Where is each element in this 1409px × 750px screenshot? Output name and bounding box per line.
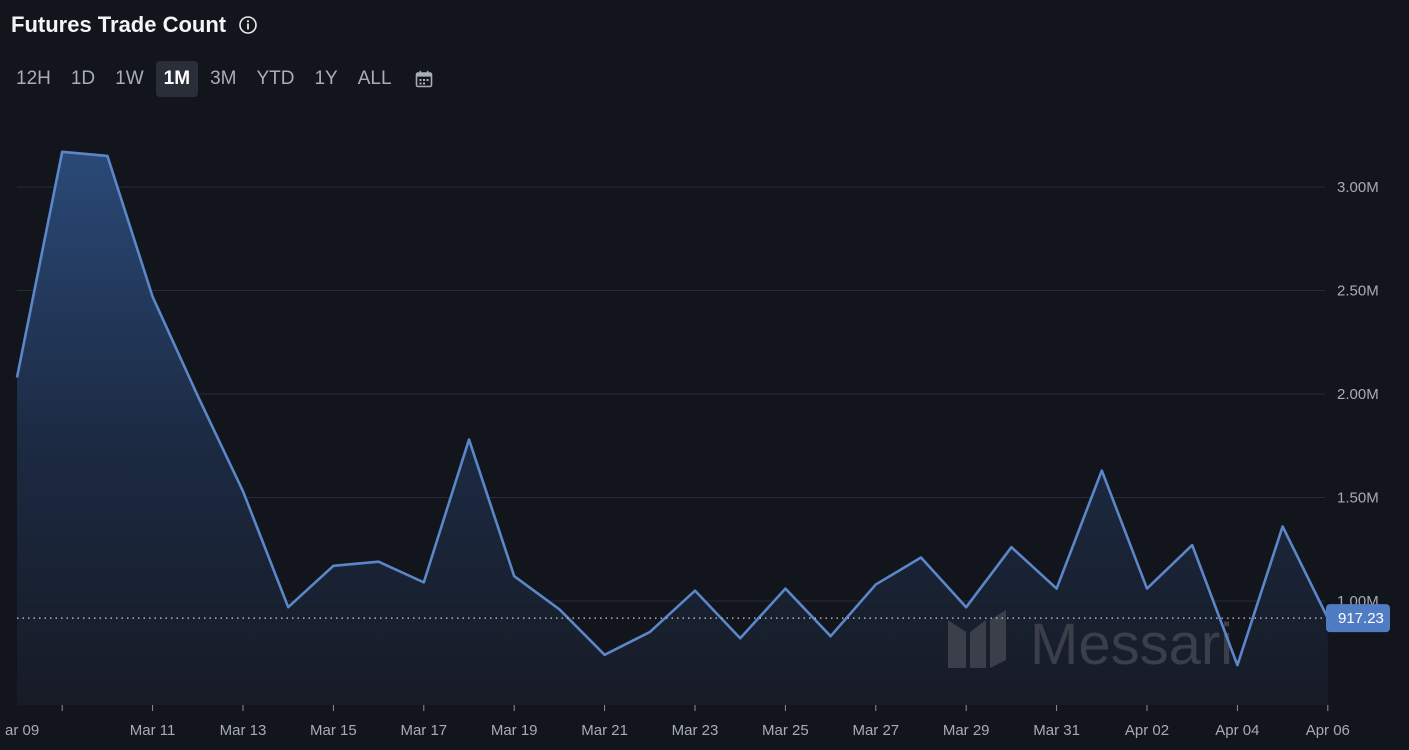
current-value-label: 917.23: [1338, 610, 1384, 627]
x-tick-label: Mar 31: [1033, 722, 1080, 739]
data-point[interactable]: [692, 588, 698, 594]
data-point[interactable]: [104, 153, 110, 159]
watermark-text: Messari: [1030, 612, 1233, 677]
y-tick-label: 1.50M: [1337, 490, 1379, 507]
x-tick-label: Mar 29: [943, 722, 990, 739]
range-1d-button[interactable]: 1D: [63, 61, 103, 97]
data-point[interactable]: [1280, 523, 1286, 529]
range-1y-button[interactable]: 1Y: [306, 61, 345, 97]
data-point[interactable]: [1008, 544, 1014, 550]
data-point[interactable]: [240, 488, 246, 494]
futures-trade-count-chart: Messari 1.00M1.50M2.00M2.50M3.00M ar 09 M…: [5, 149, 1390, 739]
data-point[interactable]: [285, 604, 291, 610]
data-point[interactable]: [511, 573, 517, 579]
data-point[interactable]: [1234, 662, 1240, 668]
range-12h-button[interactable]: 12H: [8, 61, 59, 97]
data-point[interactable]: [376, 559, 382, 565]
data-point[interactable]: [1099, 468, 1105, 474]
time-range-selector: 12H 1D 1W 1M 3M YTD 1Y ALL: [8, 61, 434, 97]
data-point[interactable]: [963, 604, 969, 610]
x-tick-label: Mar 27: [852, 722, 899, 739]
y-tick-label: 2.00M: [1337, 386, 1379, 403]
range-all-button[interactable]: ALL: [350, 61, 400, 97]
data-point[interactable]: [150, 294, 156, 300]
data-point[interactable]: [421, 579, 427, 585]
y-tick-label: 3.00M: [1337, 179, 1379, 196]
x-tick-label: Mar 17: [400, 722, 447, 739]
chart-header: Futures Trade Count: [11, 12, 258, 38]
data-point[interactable]: [330, 563, 336, 569]
data-point[interactable]: [918, 555, 924, 561]
data-point[interactable]: [59, 149, 65, 155]
info-icon[interactable]: [238, 15, 258, 35]
x-tick-label: Apr 06: [1306, 722, 1350, 739]
x-axis: ar 09 Mar 11 Mar 13 Mar 15 Mar 17 Mar 19 Mar 2…: [5, 705, 1350, 739]
x-tick-label: Mar 11: [130, 722, 176, 739]
x-tick-label: Apr 02: [1125, 722, 1169, 739]
watermark: Messari: [948, 610, 1233, 677]
range-1m-button[interactable]: 1M: [155, 61, 199, 97]
data-point[interactable]: [782, 586, 788, 592]
data-point[interactable]: [1054, 586, 1060, 592]
x-tick-label: Mar 19: [491, 722, 538, 739]
x-tick-label: Mar 15: [310, 722, 357, 739]
x-tick-label: Mar 13: [220, 722, 267, 739]
x-tick-label: ar 09: [5, 722, 39, 739]
data-point[interactable]: [466, 437, 472, 443]
calendar-icon[interactable]: [414, 69, 434, 89]
data-point[interactable]: [14, 374, 20, 380]
x-tick-label: Mar 25: [762, 722, 809, 739]
data-point[interactable]: [195, 393, 201, 399]
y-tick-label: 2.50M: [1337, 283, 1379, 300]
range-ytd-button[interactable]: YTD: [248, 61, 302, 97]
data-point[interactable]: [556, 606, 562, 612]
x-tick-label: Mar 23: [672, 722, 719, 739]
data-point[interactable]: [602, 652, 608, 658]
x-tick-label: Apr 04: [1215, 722, 1259, 739]
range-3m-button[interactable]: 3M: [202, 61, 244, 97]
data-point[interactable]: [737, 635, 743, 641]
data-point[interactable]: [1144, 586, 1150, 592]
x-tick-label: Mar 21: [581, 722, 628, 739]
data-point[interactable]: [873, 581, 879, 587]
chart-page: Messari 1.00M 1.50M 2.00M 2.50M 3.00M ar 09 M…: [0, 0, 1409, 750]
data-point[interactable]: [647, 629, 653, 635]
data-point[interactable]: [828, 633, 834, 639]
range-1w-button[interactable]: 1W: [107, 61, 152, 97]
data-point[interactable]: [1189, 542, 1195, 548]
y-axis: 1.00M1.50M2.00M2.50M3.00M: [1337, 179, 1379, 610]
page-title: Futures Trade Count: [11, 12, 227, 37]
